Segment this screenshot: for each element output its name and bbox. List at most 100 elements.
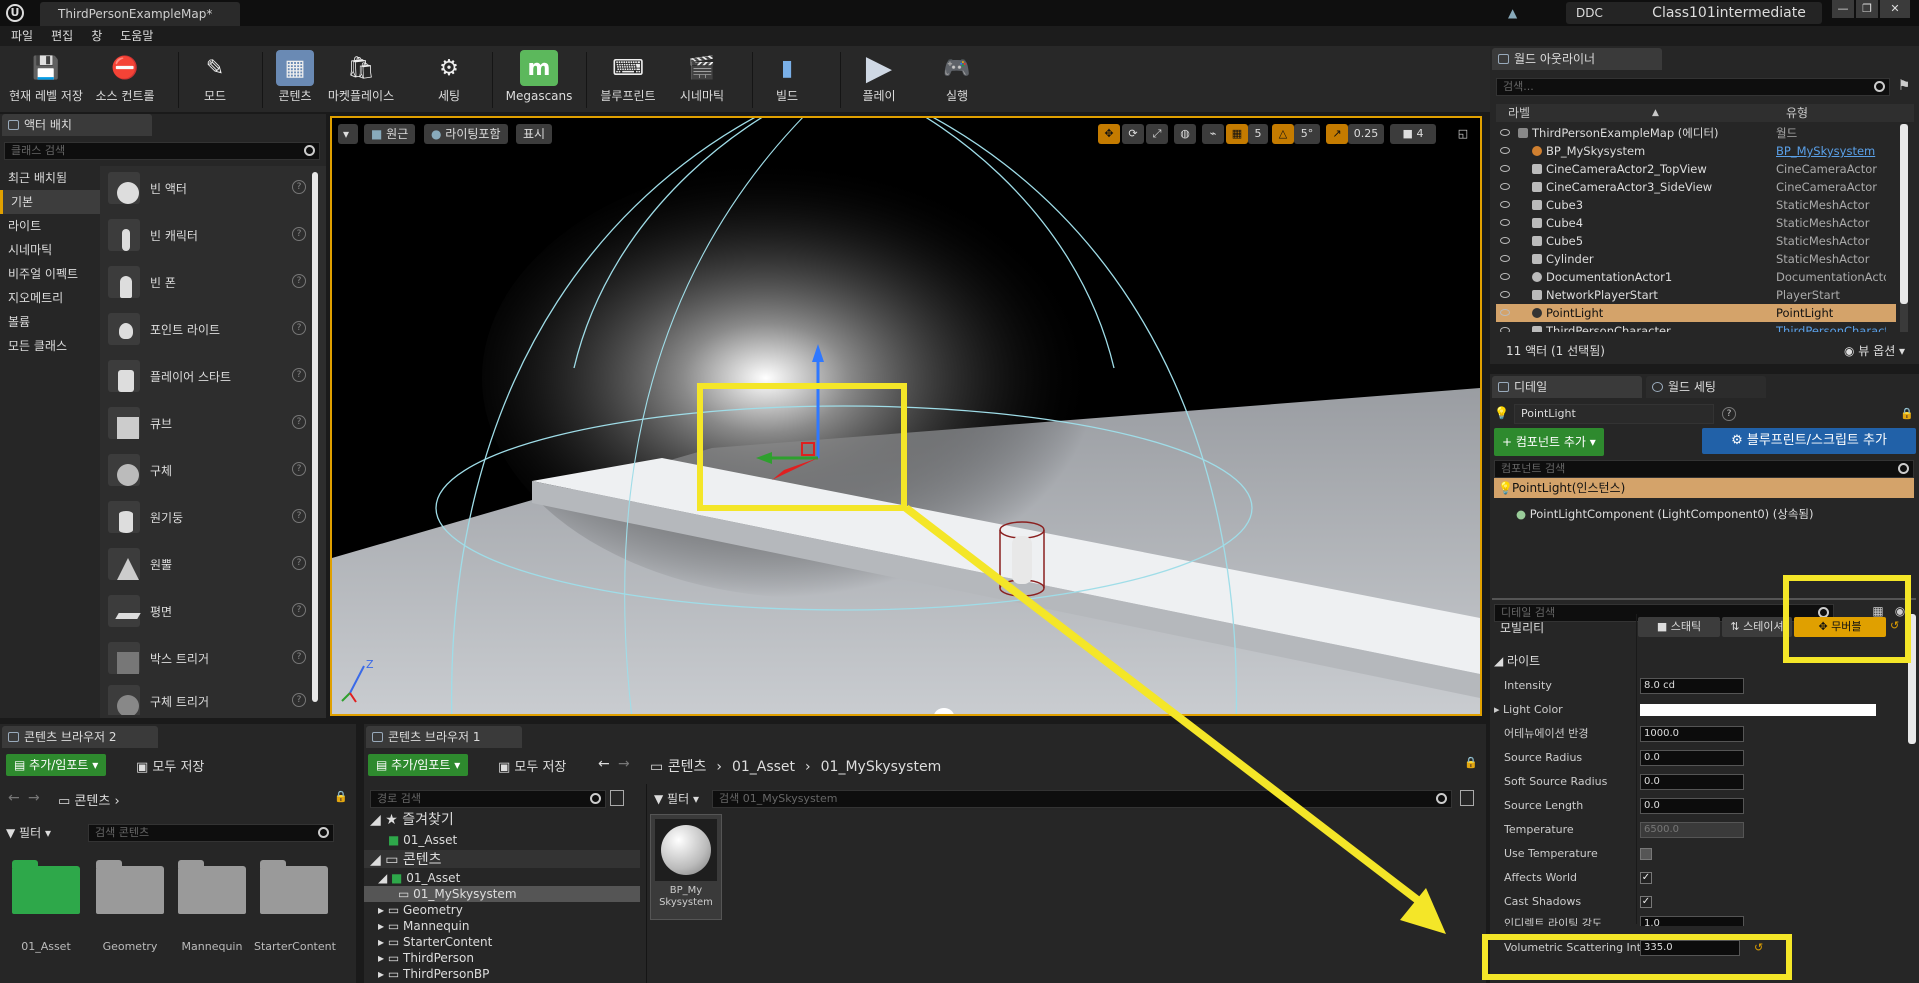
maximize-button[interactable]: ❐ [1856,0,1878,18]
indirect-intensity-input[interactable]: 1.0 [1640,916,1744,926]
marketplace-button[interactable]: 🛍 마켓플레이스 [326,50,396,110]
perspective-button[interactable]: ■ 원근 [364,124,416,144]
outliner-row[interactable]: Cube5 StaticMeshActor [1496,232,1896,250]
visibility-eye-icon[interactable] [1500,219,1510,226]
build-button[interactable]: ▮ 빌드 [762,50,812,110]
scrollbar[interactable] [312,172,318,702]
visibility-eye-icon[interactable] [1500,309,1510,316]
actor-item-point-light[interactable]: 포인트 라이트? [104,307,306,353]
place-actors-tab[interactable]: 액터 배치 [2,114,152,136]
visibility-eye-icon[interactable] [1500,327,1510,332]
cast-shadows-checkbox[interactable]: ✓ [1640,896,1652,908]
show-button[interactable]: 표시 [516,124,553,144]
actor-item-box-trigger[interactable]: 박스 트리거? [104,636,306,682]
lock-icon[interactable]: 🔒 [1900,407,1914,420]
rotation-snap-icon[interactable]: △ [1272,124,1294,144]
attenuation-input[interactable]: 1000.0 [1640,726,1744,742]
category-recent[interactable]: 최근 배치됨 [0,166,100,190]
settings-button[interactable]: ⚙ 세팅 [424,50,474,110]
save-level-button[interactable]: 💾 현재 레벨 저장 [6,50,86,110]
crumb-myskysystem[interactable]: 01_MySkysystem [821,759,942,775]
help-icon[interactable]: ? [292,368,306,382]
world-local-icon[interactable]: ◍ [1174,124,1196,144]
row-type-link[interactable]: BP_MySkysystem [1776,142,1886,160]
translate-tool-icon[interactable]: ✥ [1098,124,1120,144]
outliner-row[interactable]: ThirdPersonCharacter ThirdPersonCharacter [1496,322,1896,332]
asset-search-input[interactable]: 검색 01_MySkysystem [712,790,1452,808]
help-icon[interactable]: ? [1722,407,1736,421]
actor-item-player-start[interactable]: 플레이어 스타트? [104,354,306,400]
crumb-asset[interactable]: 01_Asset [732,759,795,775]
tree-item-selected[interactable]: ▭ 01_MySkysystem [398,886,517,902]
add-filter-icon[interactable]: ⚑ [1894,78,1914,96]
level-tab[interactable]: ThirdPersonExampleMap* [40,2,240,26]
forward-arrow-icon[interactable]: → [28,790,40,806]
lighting-mode-button[interactable]: ● 라이팅포함 [424,124,508,144]
asset-tile[interactable]: BP_My Skysystem [650,814,722,920]
use-temperature-checkbox[interactable] [1640,848,1652,860]
rotation-snap-value[interactable]: 5° [1294,124,1320,144]
content-browser-2-tab[interactable]: 콘텐츠 브라우저 2 [2,726,158,748]
back-arrow-icon[interactable]: ← [598,756,610,772]
help-icon[interactable]: ? [292,509,306,523]
blueprints-button[interactable]: ⌨ 블루프린트 [596,50,660,110]
help-icon[interactable]: ? [292,227,306,241]
outliner-row[interactable]: BP_MySkysystem BP_MySkysystem [1496,142,1896,160]
category-visual-effects[interactable]: 비주얼 이펙트 [0,262,100,286]
outliner-row[interactable]: Cylinder StaticMeshActor [1496,250,1896,268]
scale-snap-value[interactable]: 0.25 [1348,124,1384,144]
menu-edit[interactable]: 편집 [42,26,82,46]
outliner-row[interactable]: ThirdPersonExampleMap (에디터) 월드 [1496,124,1896,142]
sources-panel-icon[interactable] [610,790,624,806]
actor-item-cone[interactable]: 원뿔? [104,542,306,588]
help-icon[interactable]: ? [292,650,306,664]
graduation-cap-icon[interactable]: ▲ [1508,2,1532,24]
megascans-button[interactable]: m Megascans [504,50,574,110]
folder-icon[interactable] [260,860,328,914]
minimize-button[interactable]: — [1832,0,1854,18]
intensity-input[interactable]: 8.0 cd [1640,678,1744,694]
actor-name-input[interactable]: PointLight [1514,404,1714,424]
tree-item[interactable]: ▸ ▭ Geometry [378,902,463,918]
actor-item-cube[interactable]: 큐브? [104,401,306,447]
modes-button[interactable]: ✎ 모드 [190,50,240,110]
folder-icon[interactable] [96,860,164,914]
view-options-icon[interactable] [1460,790,1474,806]
content-root[interactable]: ◢ ▭ 콘텐츠 [370,852,442,868]
rotate-tool-icon[interactable]: ⟳ [1122,124,1144,144]
source-control-button[interactable]: ⛔ 소스 컨트롤 [90,50,160,110]
play-button[interactable]: ▶ 플레이 [854,48,904,110]
filter-button[interactable]: ▼ 필터 ▾ [6,824,51,841]
back-arrow-icon[interactable]: ← [8,790,20,806]
menu-help[interactable]: 도움말 [111,26,162,46]
component-search-input[interactable]: 컴포넌트 검색 [1494,460,1914,478]
visibility-eye-icon[interactable] [1500,237,1510,244]
help-icon[interactable]: ? [292,180,306,194]
label-column-header[interactable]: 라벨 [1508,104,1530,122]
menu-file[interactable]: 파일 [2,26,42,46]
outliner-row[interactable]: Cube3 StaticMeshActor [1496,196,1896,214]
tree-item[interactable]: ▸ ▭ ThirdPersonBP [378,966,489,982]
type-column-header[interactable]: 유형 [1786,104,1808,122]
filter-button[interactable]: ▼ 필터 ▾ [654,790,699,807]
launch-button[interactable]: 🎮 실행 [932,50,982,110]
instance-row[interactable]: 💡 PointLight(인스턴스) [1494,478,1914,498]
component-row[interactable]: ● PointLightComponent (LightComponent0) … [1516,506,1814,522]
help-icon[interactable]: ? [292,415,306,429]
row-type-link[interactable]: ThirdPersonCharacter [1776,322,1886,332]
outliner-row-selected[interactable]: PointLight PointLight [1496,304,1896,322]
forward-arrow-icon[interactable]: → [618,756,630,772]
help-icon[interactable]: ? [292,693,306,707]
mobility-stationary-button[interactable]: ⇅ 스테이셔 [1722,617,1792,637]
source-radius-input[interactable]: 0.0 [1640,750,1744,766]
add-component-button[interactable]: + 컴포넌트 추가 ▾ [1494,428,1604,456]
maximize-viewport-icon[interactable]: ◱ [1454,124,1472,144]
light-section-header[interactable]: ◢ 라이트 [1494,652,1540,669]
grid-size-value[interactable]: 5 [1248,124,1268,144]
favorite-item[interactable]: ■ 01_Asset [388,832,457,848]
scale-snap-icon[interactable]: ↗ [1326,124,1348,144]
tree-item[interactable]: ▸ ▭ StarterContent [378,934,492,950]
visibility-eye-icon[interactable] [1500,291,1510,298]
category-cinematic[interactable]: 시네마틱 [0,238,100,262]
content-search-input[interactable]: 검색 콘텐츠 [88,824,334,842]
